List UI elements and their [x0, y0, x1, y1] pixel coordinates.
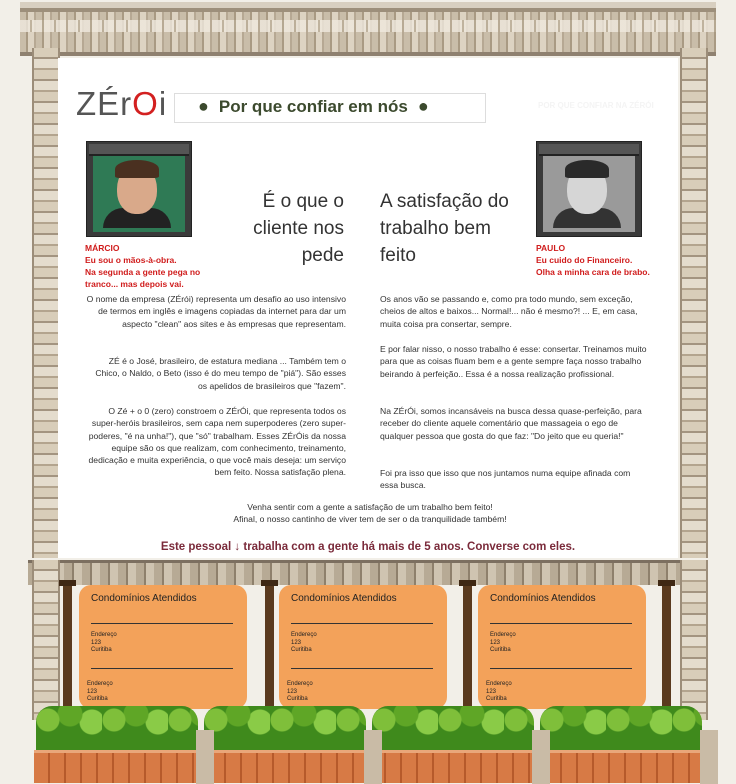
bullet-icon: ●	[198, 96, 209, 116]
logo[interactable]: ZÉrOi	[76, 84, 170, 124]
heading-right: A satisfação do trabalho bem feito	[380, 191, 509, 266]
right-paragraph-1: Os anos vão se passando e, como pra todo…	[380, 294, 638, 329]
right-paragraph-4: Foi pra isso que isso que nos juntamos n…	[380, 468, 631, 491]
building-frieze	[20, 2, 716, 56]
hedge	[204, 706, 366, 754]
left-paragraph-3: O Zé + o 0 (zero) constroem o ZÉrÓi, que…	[88, 406, 346, 478]
bullet-icon: ●	[417, 96, 429, 116]
marcio-caption: MÁRCIO Eu sou o mãos-à-obra. Na segunda …	[85, 243, 201, 289]
left-paragraph-1: O nome da empresa (ZÉrói) representa um …	[86, 294, 346, 329]
left-column	[32, 48, 60, 558]
hedge	[36, 706, 198, 754]
left-lower-column	[32, 560, 60, 720]
card-address-1: Endereço 123 Curitiba	[490, 632, 516, 653]
card-address-1: Endereço 123 Curitiba	[91, 632, 117, 653]
heading-left: É o que o cliente nos pede	[253, 191, 344, 266]
hedge	[372, 706, 534, 754]
faded-header-text: POR QUE CONFIAR NA ZÉRÓI	[538, 101, 654, 110]
planter-pillar	[364, 730, 382, 784]
cta-line: Este pessoal ↓ trabalha com a gente há m…	[160, 541, 576, 553]
paulo-caption: PAULO Eu cuido do Financeiro. Olha a min…	[536, 243, 650, 277]
closing-text: Venha sentir com a gente a satisfação de…	[233, 502, 507, 525]
condo-card-2: Condomínios Atendidos Endereço 123 Curitib…	[279, 585, 447, 709]
page-title: ● Por que confiar em nós ●	[198, 96, 429, 116]
right-paragraph-3: Na ZÉrÓi, somos incansáveis na busca des…	[380, 406, 642, 441]
condo-card-3: Condomínios Atendidos Endereço 123 Curitib…	[478, 585, 646, 709]
right-lower-column	[680, 560, 708, 720]
planter-pillar	[700, 730, 718, 784]
card-title: Condomínios Atendidos	[490, 593, 596, 604]
planter-pillar	[532, 730, 550, 784]
hedge	[540, 706, 702, 754]
card-address-1: Endereço 123 Curitiba	[291, 632, 317, 653]
card-title: Condomínios Atendidos	[91, 593, 197, 604]
lower-cornice	[28, 560, 708, 585]
left-paragraph-2: ZÉ é o José, brasileiro, de estatura med…	[95, 356, 346, 391]
card-title: Condomínios Atendidos	[291, 593, 397, 604]
marcio-photo	[86, 141, 192, 237]
card-address-2: Endereço 123 Curitiba	[486, 681, 512, 702]
planter-pillar	[196, 730, 214, 784]
paulo-photo	[536, 141, 642, 237]
condo-card-1: Condomínios Atendidos Endereço 123 Curitib…	[79, 585, 247, 709]
right-paragraph-2: E por falar nisso, o nosso trabalho é es…	[380, 344, 647, 379]
card-address-2: Endereço 123 Curitiba	[87, 681, 113, 702]
right-column	[680, 48, 708, 558]
card-address-2: Endereço 123 Curitiba	[287, 681, 313, 702]
